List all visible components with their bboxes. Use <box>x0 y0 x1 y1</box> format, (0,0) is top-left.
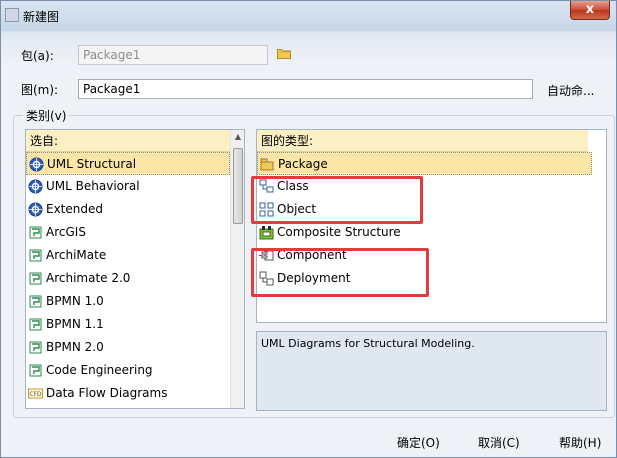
category-group-label: 类别(v) <box>23 107 70 124</box>
technology-list-item[interactable]: BPMN 1.0 <box>26 290 244 313</box>
technology-list-item-label: ArcGIS <box>46 225 86 239</box>
diagram-type-list-item-label: Package <box>278 157 328 171</box>
highlight-box-class-object <box>251 176 423 224</box>
technology-list-item-label: BPMN 2.0 <box>46 340 104 354</box>
technology-icon <box>28 294 43 309</box>
uml-icon <box>28 202 43 217</box>
uml-icon <box>28 179 43 194</box>
scroll-thumb[interactable] <box>233 148 243 224</box>
technology-icon <box>28 363 43 378</box>
composite-structure-icon <box>259 225 274 240</box>
dfd-icon: CFD <box>28 386 43 401</box>
technology-list-item[interactable]: ArcGIS <box>26 221 244 244</box>
diagram-type-list-item[interactable]: Package <box>257 152 592 175</box>
technology-list-item-label: Archimate 2.0 <box>46 271 131 285</box>
technology-list-item[interactable]: UML Behavioral <box>26 175 244 198</box>
technology-icon <box>28 317 43 332</box>
help-button[interactable]: 帮助(H) <box>559 434 601 451</box>
cancel-button[interactable]: 取消(C) <box>478 434 520 451</box>
window-title: 新建图 <box>23 10 60 24</box>
technology-list-item[interactable]: ArchiMate <box>26 244 244 267</box>
svg-text:CFD: CFD <box>29 391 42 398</box>
technology-list-scrollbar[interactable]: ▲ <box>230 130 244 408</box>
technology-icon <box>28 271 43 286</box>
technology-list-header: 选自: <box>26 130 244 152</box>
technology-list-item-label: BPMN 1.1 <box>46 317 104 331</box>
ok-button[interactable]: 确定(O) <box>397 434 440 451</box>
technology-icon <box>28 225 43 240</box>
diagram-type-list-header: 图的类型: <box>257 130 588 152</box>
technology-icon <box>28 248 43 263</box>
diagram-type-list-item[interactable]: Composite Structure <box>257 221 606 244</box>
description-panel: UML Diagrams for Structural Modeling. <box>256 331 607 411</box>
technology-list-item-label: ArchiMate <box>46 248 107 262</box>
technology-icon <box>28 340 43 355</box>
auto-name-button[interactable]: 自动命... <box>547 82 594 99</box>
technology-list-item[interactable]: CFD Data Flow Diagrams <box>26 382 244 405</box>
diagram-name-label: 图(m): <box>21 83 59 97</box>
technology-list-item-label: Code Engineering <box>46 363 153 377</box>
technology-list-item-label: UML Structural <box>47 157 137 171</box>
highlight-box-component-deployment <box>251 248 429 297</box>
technology-list-item-label: Extended <box>46 202 103 216</box>
technology-list-item[interactable]: BPMN 2.0 <box>26 336 244 359</box>
scroll-up-icon[interactable]: ▲ <box>231 130 244 144</box>
title-bar[interactable]: 新建图 x <box>1 1 616 31</box>
new-diagram-dialog: 新建图 x 包(a): Package1 图(m): Package1 自动命.… <box>0 0 617 458</box>
technology-list-item[interactable]: BPMN 1.1 <box>26 313 244 336</box>
diagram-name-input[interactable]: Package1 <box>78 79 533 99</box>
technology-list-item-label: BPMN 1.0 <box>46 294 104 308</box>
technology-list-item[interactable]: Archimate 2.0 <box>26 267 244 290</box>
package-field: Package1 <box>78 45 268 65</box>
technology-list-item[interactable]: UML Structural <box>26 152 230 175</box>
technology-list-item[interactable]: Extended <box>26 198 244 221</box>
technology-list[interactable]: 选自: UML Structural UML Behavioral Extended… <box>25 129 245 409</box>
package-icon <box>260 157 275 172</box>
technology-list-item[interactable]: Code Engineering <box>26 359 244 382</box>
browse-folder-icon[interactable] <box>277 47 291 59</box>
app-icon <box>5 8 19 22</box>
uml-icon <box>29 157 44 172</box>
close-button[interactable]: x <box>570 1 610 20</box>
package-label: 包(a): <box>21 49 54 63</box>
diagram-type-list-item-label: Composite Structure <box>277 225 401 239</box>
technology-list-item-label: Data Flow Diagrams <box>46 386 168 400</box>
technology-list-item-label: UML Behavioral <box>46 179 140 193</box>
